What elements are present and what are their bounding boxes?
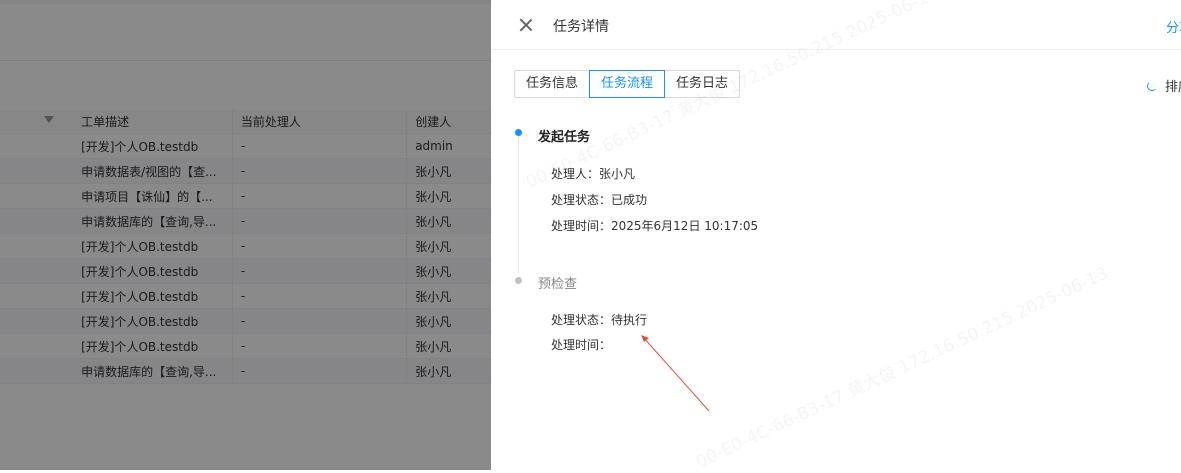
task-detail-drawer: 任务详情 分享 任务信息 任务流程 任务日志 排序 发起任务 处理人：张小凡 处…: [491, 0, 1181, 473]
loading-spinner-icon: [1147, 80, 1157, 91]
step-handler: 处理人：张小凡: [551, 167, 636, 181]
step-status: 处理状态：已成功: [551, 193, 648, 207]
annotation-arrow-line: [642, 336, 710, 412]
tab-task-flow[interactable]: 任务流程: [589, 70, 666, 98]
annotation-arrow-head: [641, 335, 649, 342]
step-status: 处理状态：待执行: [551, 313, 648, 327]
watermark-text: 00-E0-4C-66-B3-17 黄大俊 172.16.50.215 2025…: [691, 259, 1111, 472]
timeline-connector: [518, 132, 519, 274]
close-icon[interactable]: [519, 18, 533, 32]
modal-mask[interactable]: [0, 0, 491, 470]
step-time: 处理时间：2025年6月12日 10:17:05: [551, 219, 759, 233]
tab-task-info[interactable]: 任务信息: [514, 70, 591, 98]
step-time: 处理时间：: [551, 338, 612, 352]
tab-task-log[interactable]: 任务日志: [664, 70, 741, 98]
sort-label[interactable]: 排序: [1165, 76, 1181, 95]
share-link[interactable]: 分享: [1166, 17, 1181, 36]
timeline-dot-active: [515, 129, 522, 136]
timeline-step-title: 预检查: [538, 277, 578, 292]
detail-tabs: 任务信息 任务流程 任务日志: [514, 70, 741, 98]
drawer-header: 任务详情 分享: [491, 0, 1181, 50]
sort-control[interactable]: 排序: [1147, 76, 1181, 95]
drawer-title: 任务详情: [553, 19, 609, 35]
timeline-dot-pending: [515, 277, 522, 284]
timeline-step-title: 发起任务: [538, 130, 591, 145]
